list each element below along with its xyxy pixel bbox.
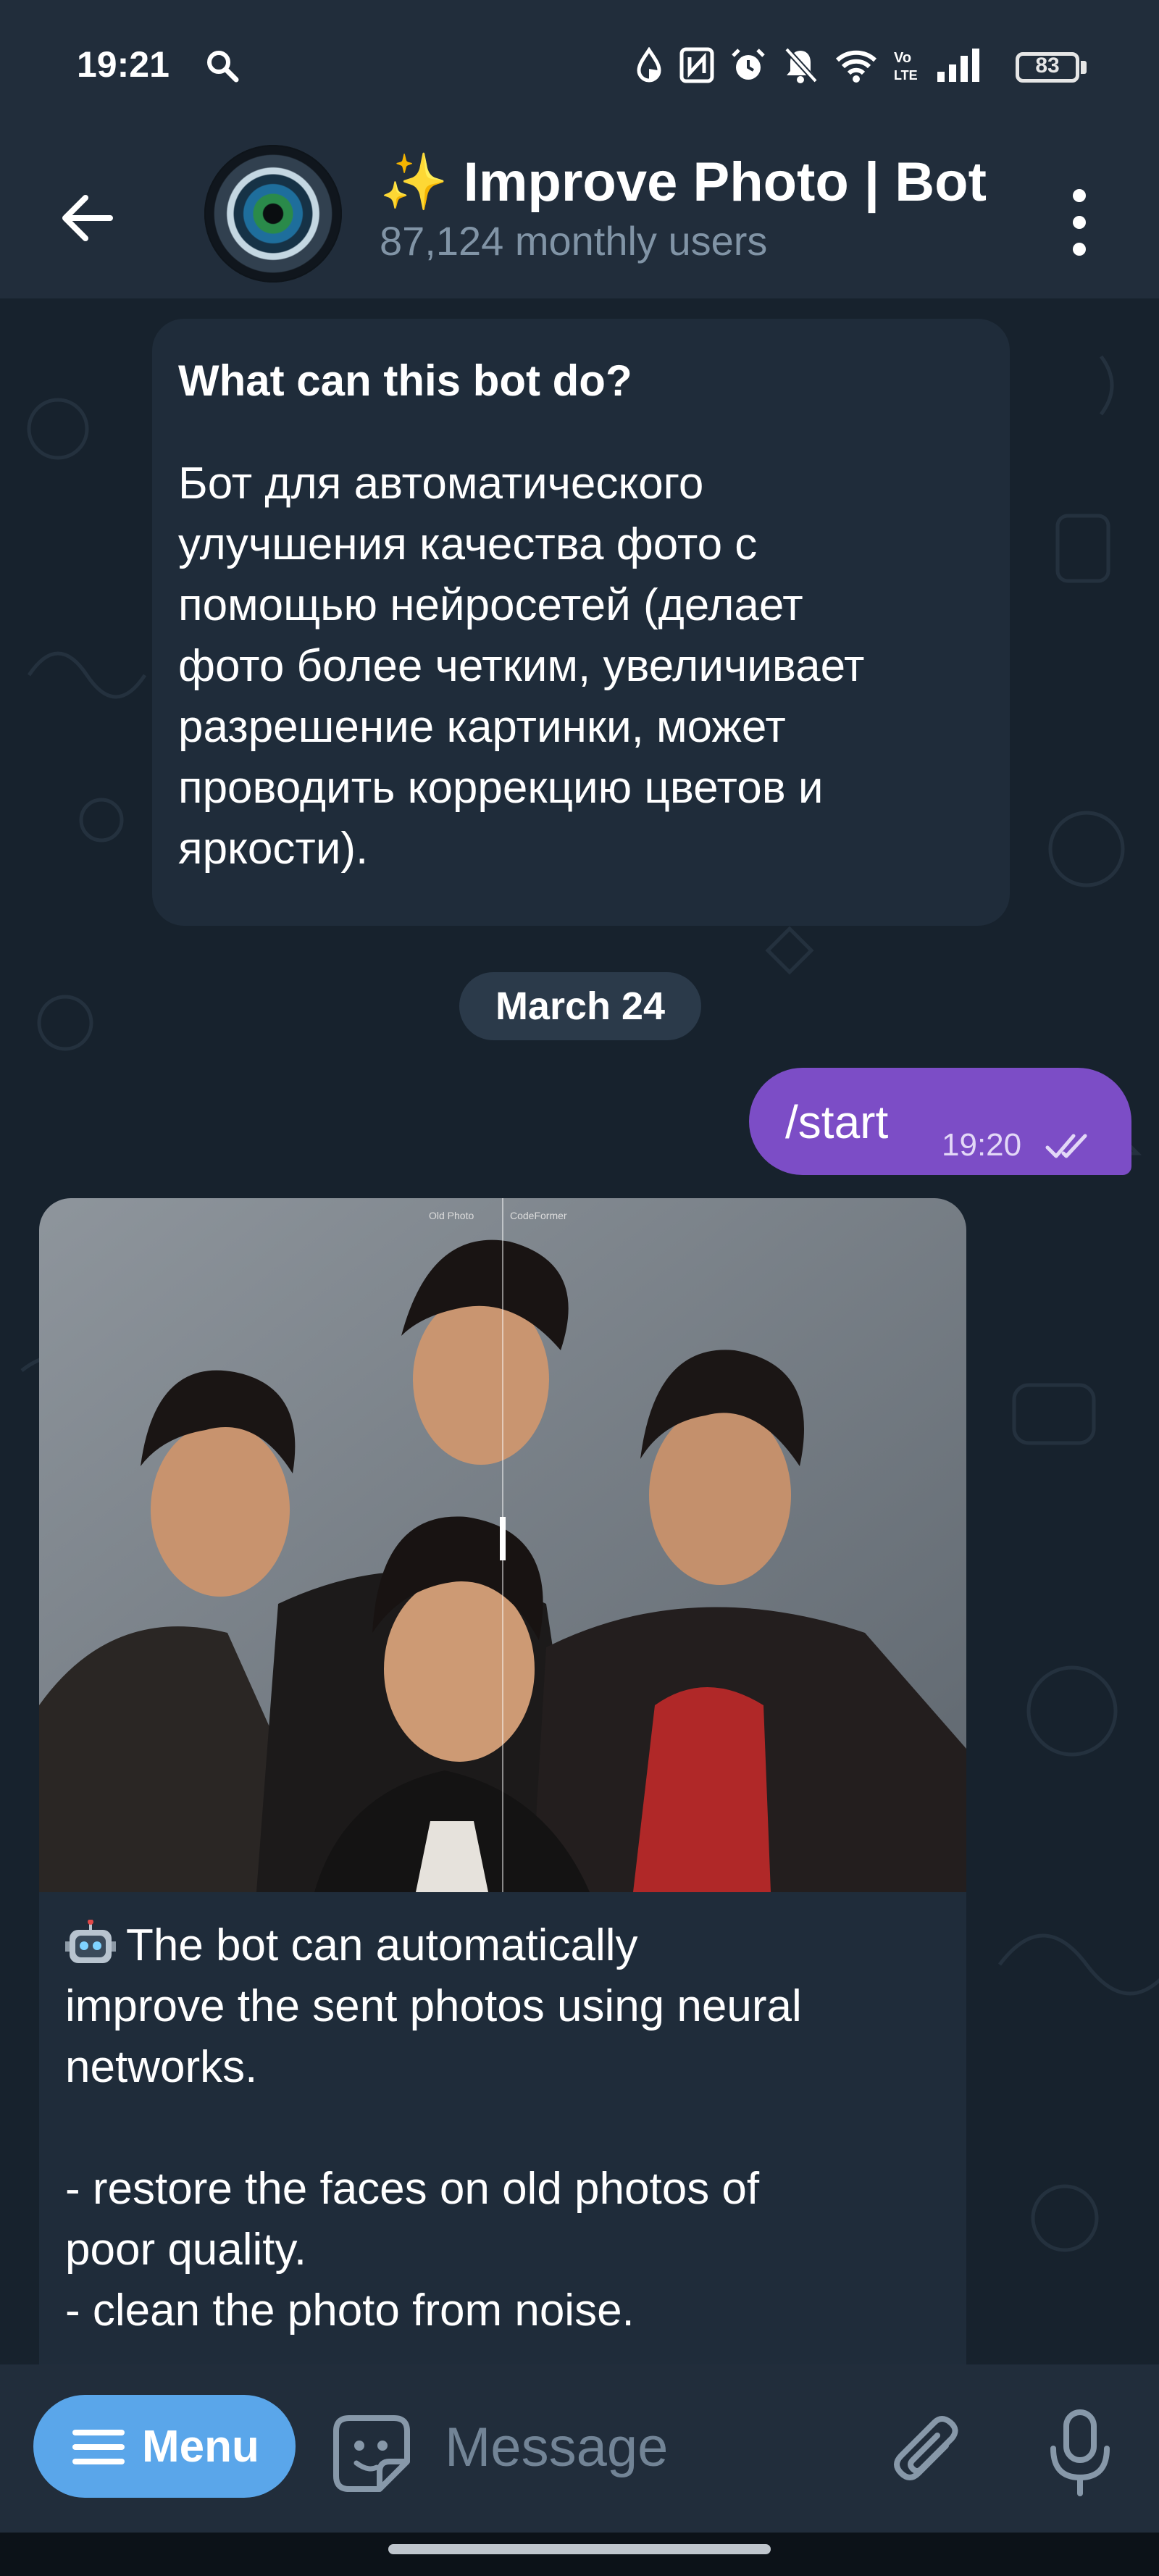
- intro-line: фото более четким, увеличивает: [178, 641, 865, 691]
- data-saver-icon: [637, 47, 661, 83]
- chat-subtitle: 87,124 monthly users: [380, 218, 768, 264]
- battery-level: 83: [1035, 54, 1060, 78]
- photo-label-left: Old Photo: [429, 1210, 474, 1221]
- chat-title[interactable]: ✨ Improve Photo | Bot: [380, 149, 987, 214]
- photo-caption: The bot can automatically improve the se…: [65, 1915, 942, 2341]
- caption-text: The bot can automatically: [126, 1920, 638, 1970]
- caption-line: [65, 2098, 942, 2159]
- alarm-icon: [732, 49, 765, 80]
- comparison-photo[interactable]: [39, 1198, 966, 1892]
- svg-text:LTE: LTE: [894, 68, 918, 83]
- chat-header: ✨ Improve Photo | Bot 87,124 monthly use…: [0, 138, 1159, 300]
- photo-message[interactable]: Old Photo CodeFormer The bot can automat…: [39, 1198, 966, 2364]
- caption-line: poor quality.: [65, 2225, 307, 2275]
- outgoing-message-text: /start: [785, 1096, 889, 1148]
- intro-line: помощью нейросетей (делает: [178, 580, 803, 630]
- bot-avatar[interactable]: [204, 145, 342, 283]
- intro-title: What can this bot do?: [178, 356, 632, 405]
- message-input-bar: Menu: [0, 2364, 1159, 2533]
- status-bar: 19:21 Vo LTE 83: [0, 0, 1159, 138]
- intro-line: разрешение картинки, может: [178, 702, 786, 752]
- intro-line: яркости).: [178, 824, 369, 874]
- attach-icon[interactable]: [890, 2414, 965, 2493]
- caption-line: - restore the faces on old photos of: [65, 2164, 760, 2214]
- wifi-icon: [835, 50, 877, 83]
- bot-menu-button[interactable]: Menu: [33, 2395, 296, 2498]
- photo-label-right: CodeFormer: [510, 1210, 567, 1221]
- menu-lines-icon: [72, 2430, 125, 2464]
- intro-description: Бот для автоматического улучшения качест…: [178, 453, 984, 879]
- volte-icon: Vo LTE: [894, 50, 918, 83]
- message-time: 19:20: [942, 1127, 1022, 1163]
- microphone-icon[interactable]: [1046, 2408, 1114, 2498]
- home-gesture-handle[interactable]: [388, 2544, 771, 2554]
- battery-icon: 83: [1016, 52, 1079, 83]
- chat-area[interactable]: What can this bot do? Бот для автоматиче…: [0, 298, 1159, 2364]
- caption-line: improve the sent photos using neural: [65, 1981, 802, 2031]
- date-separator: March 24: [459, 972, 701, 1040]
- signal-icon: [937, 49, 979, 82]
- caption-line: - clean the photo from noise.: [65, 2286, 635, 2335]
- sticker-icon[interactable]: [332, 2414, 411, 2493]
- battery-nub: [1081, 61, 1087, 74]
- double-check-icon: [1045, 1134, 1087, 1158]
- caption-line: The bot can automatically: [65, 1915, 942, 1976]
- caption-line: networks.: [65, 2042, 258, 2092]
- nfc-icon: [679, 47, 714, 83]
- robot-face-icon: [65, 1920, 116, 1963]
- more-vert-icon[interactable]: [1066, 183, 1092, 262]
- intro-line: улучшения качества фото с: [178, 519, 758, 569]
- menu-label: Menu: [142, 2422, 259, 2472]
- search-icon: [207, 51, 239, 83]
- intro-line: Бот для автоматического: [178, 459, 704, 509]
- system-nav-bar: [0, 2533, 1159, 2576]
- bot-intro-bubble: What can this bot do? Бот для автоматиче…: [152, 319, 1010, 926]
- svg-text:Vo: Vo: [894, 50, 911, 66]
- message-input[interactable]: [443, 2406, 852, 2488]
- back-arrow-icon[interactable]: [58, 187, 120, 249]
- status-time: 19:21: [77, 44, 170, 85]
- outgoing-message[interactable]: /start 19:20: [749, 1068, 1131, 1175]
- mute-icon: [784, 47, 818, 83]
- intro-line: проводить коррекцию цветов и: [178, 763, 824, 813]
